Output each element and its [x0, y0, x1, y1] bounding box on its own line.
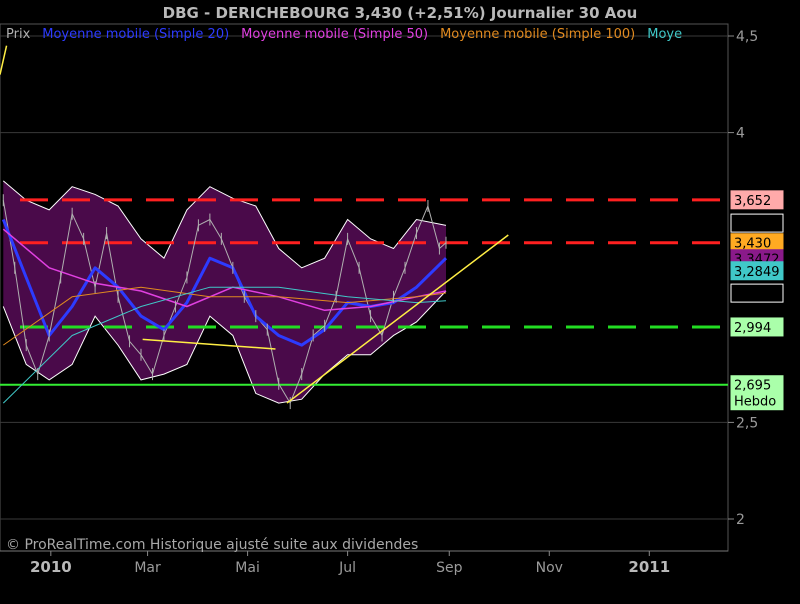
support-weekly-tag-label: 2,695 — [734, 379, 771, 394]
x-tick-label: 2011 — [628, 558, 670, 576]
x-tick-label: Mar — [134, 560, 161, 576]
x-tick-label: Sep — [436, 560, 463, 576]
legend-item[interactable]: Prix — [6, 27, 31, 42]
x-tick-label: Nov — [536, 560, 563, 576]
copyright-text: © ProRealTime.com Historique ajusté suit… — [6, 537, 418, 553]
legend-item[interactable]: Moyenne mobile (Simple 20) — [42, 27, 229, 42]
tag-price-label: 3,1692 — [734, 287, 780, 302]
resistance-high-tag-label: 3,652 — [734, 194, 771, 209]
x-tick-label: Jul — [338, 560, 356, 576]
tag-sma20-label: 3,5316 — [734, 217, 780, 232]
legend: Prix Moyenne mobile (Simple 20) Moyenne mo… — [6, 27, 682, 42]
legend-item[interactable]: Moyenne mobile (Simple 100) — [440, 27, 635, 42]
legend-item[interactable]: Moye — [647, 27, 682, 42]
support-weekly-tag-label: Hebdo — [734, 395, 776, 410]
tag-sma50-label: 3,2849 — [734, 265, 780, 280]
y-tick-label: 4,5 — [736, 29, 758, 45]
x-tick-label: 2010 — [30, 558, 72, 576]
y-tick-label: 2,5 — [736, 415, 758, 431]
x-tick-label: Mai — [235, 560, 260, 576]
y-tick-label: 4 — [736, 126, 745, 142]
chart-window: DBG - DERICHEBOURG 3,430 (+2,51%) Journa… — [0, 0, 800, 600]
legend-item[interactable]: Moyenne mobile (Simple 50) — [241, 27, 428, 42]
support-dashed-tag-label: 2,994 — [734, 321, 771, 336]
chart-title: DBG - DERICHEBOURG 3,430 (+2,51%) Journa… — [163, 4, 638, 22]
value-tags-layer: 3,6523,4302,9942,695Hebdo3,53163,34723,2… — [730, 190, 784, 411]
x-axis: 2010 Mar Mai Jul Sep Nov 2011 — [0, 550, 728, 576]
y-tick-label: 2 — [736, 512, 745, 528]
price-chart: DBG - DERICHEBOURG 3,430 (+2,51%) Journa… — [0, 4, 784, 576]
